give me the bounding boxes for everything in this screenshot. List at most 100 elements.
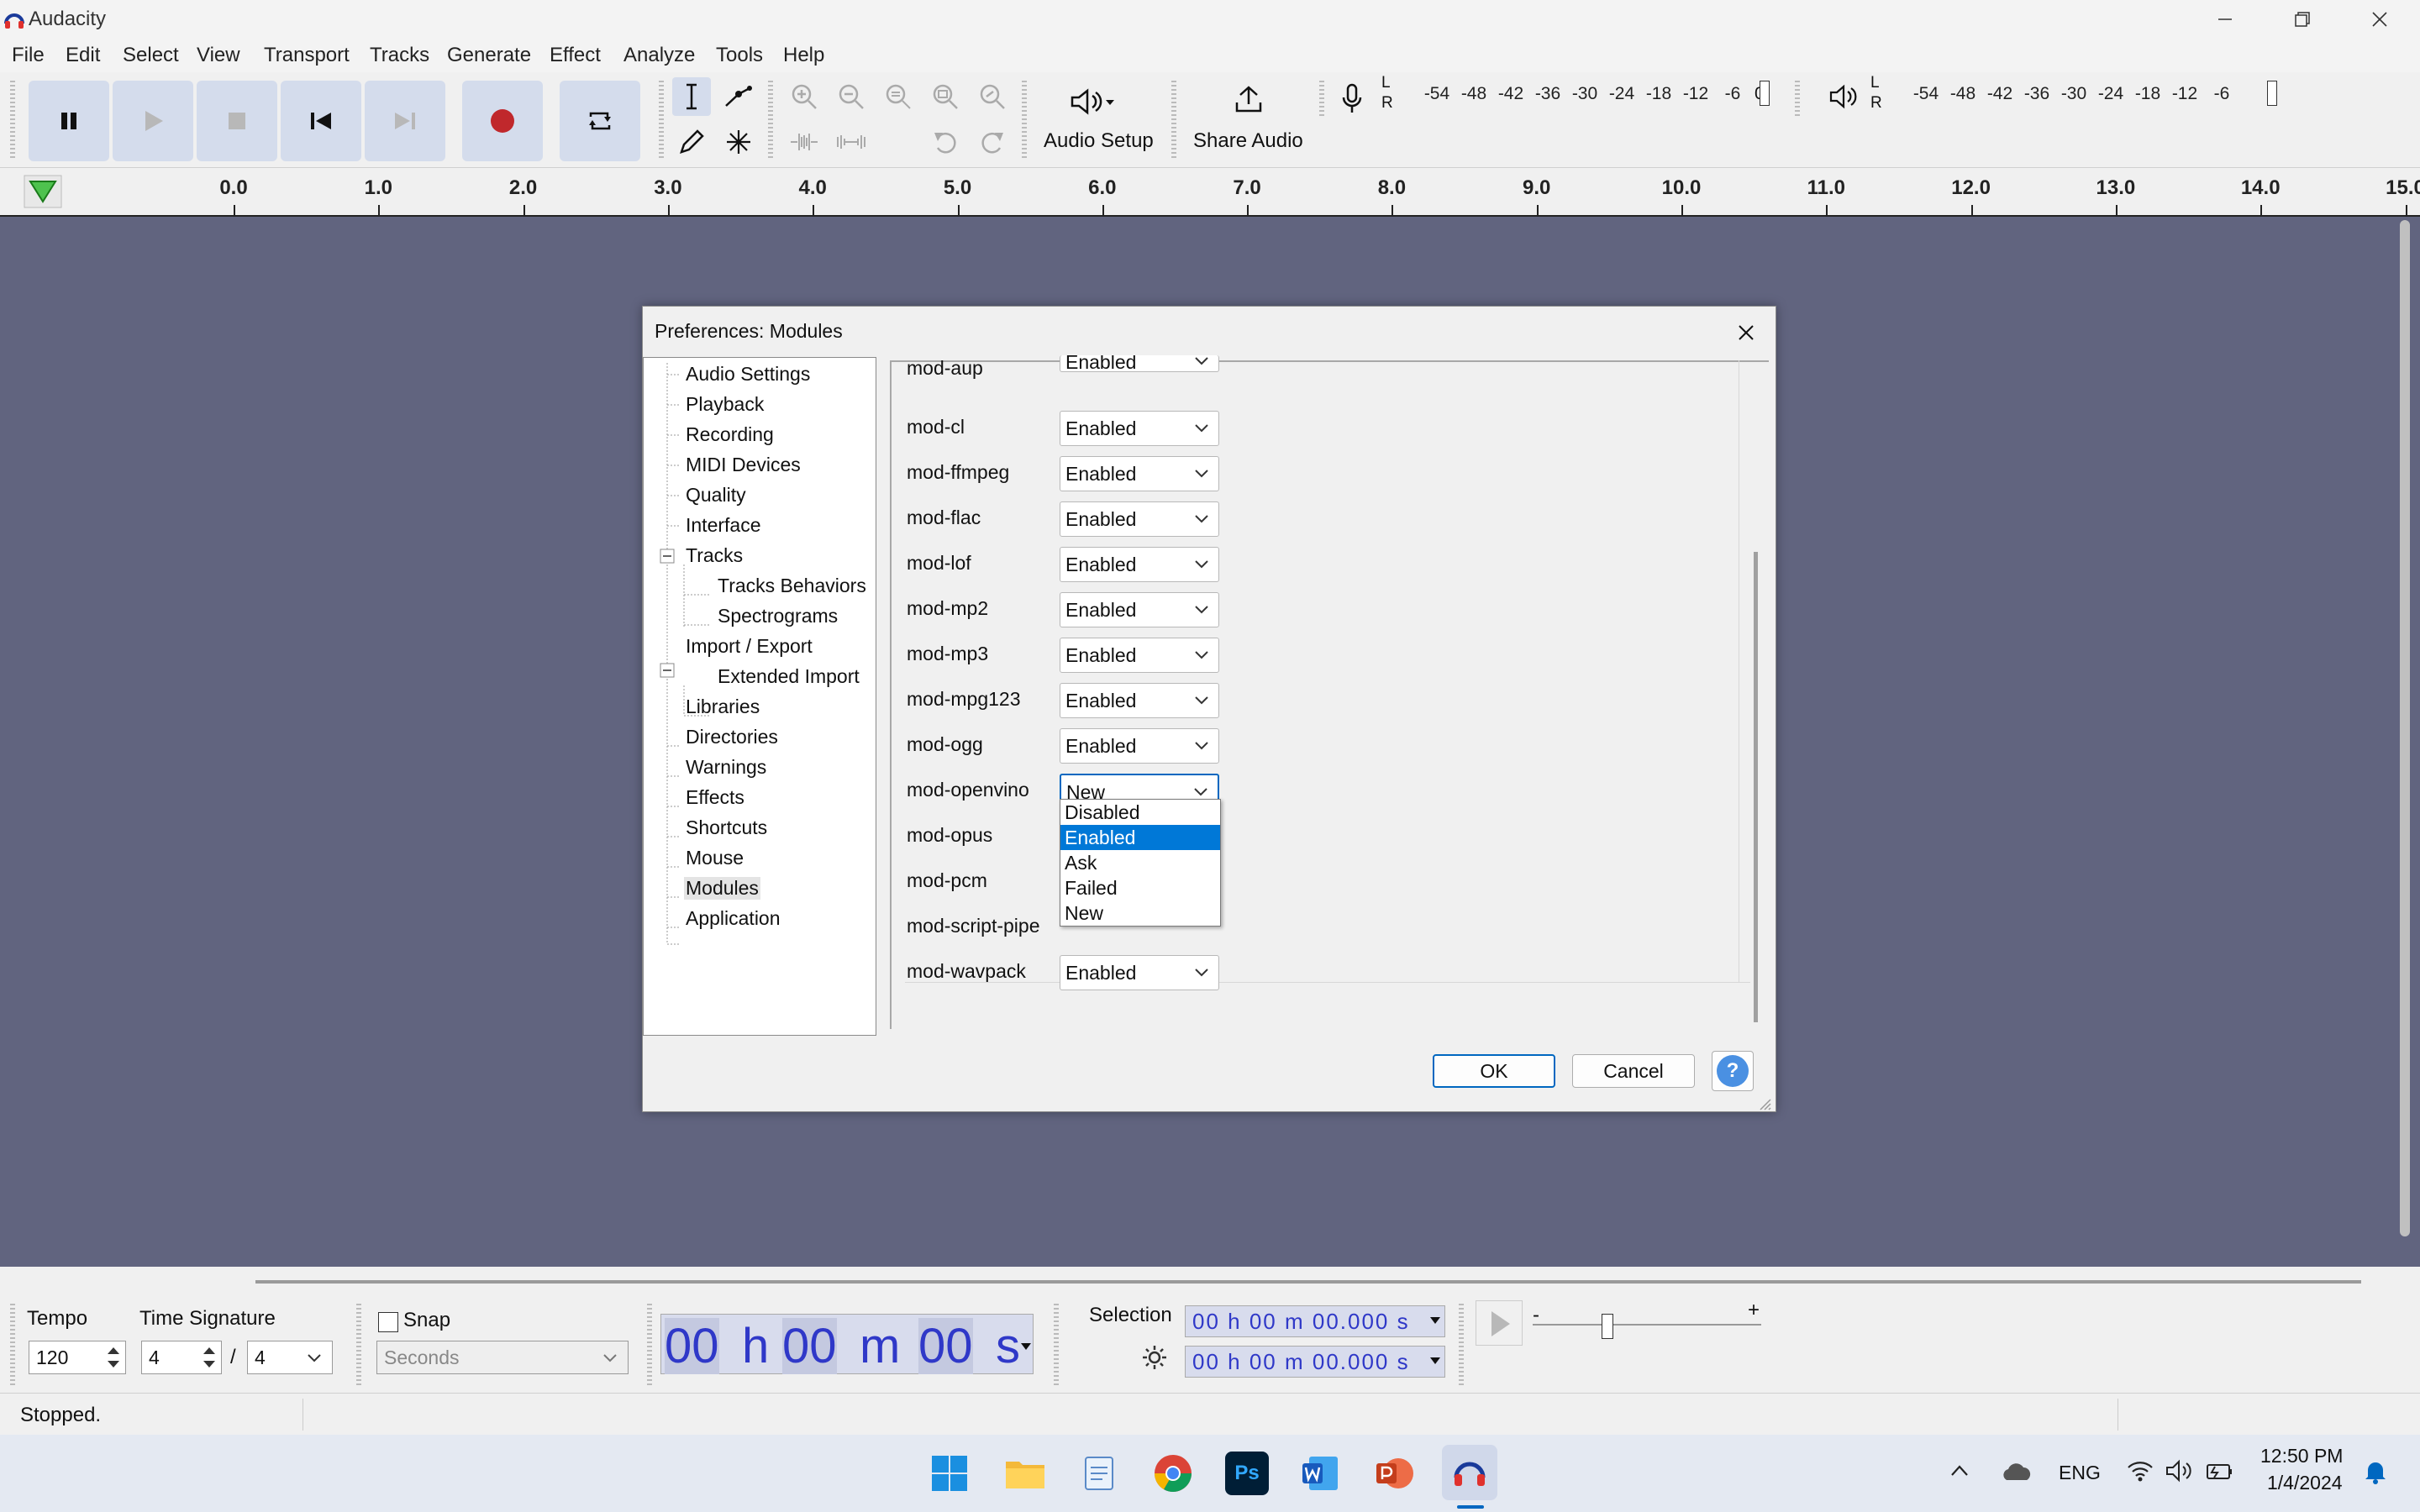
share-audio-button[interactable]: Share Audio — [1185, 81, 1311, 160]
clock-date[interactable]: 1/4/2024 — [2267, 1472, 2343, 1494]
option-disabled[interactable]: Disabled — [1060, 800, 1220, 825]
word-icon[interactable] — [1299, 1452, 1343, 1495]
time-format-chevron-icon[interactable] — [1021, 1343, 1031, 1352]
notification-bell-icon[interactable] — [2363, 1458, 2388, 1485]
module-status-select-mod-aup[interactable]: Enabled — [1060, 355, 1219, 372]
menu-edit[interactable]: Edit — [66, 44, 100, 67]
tree-libraries[interactable]: Libraries — [686, 696, 760, 718]
ts-spinner-icon[interactable] — [198, 1342, 220, 1373]
zoom-toggle-button[interactable] — [973, 77, 1012, 116]
audacity-taskbar-icon[interactable] — [1442, 1445, 1497, 1500]
tree-recording[interactable]: Recording — [686, 423, 774, 446]
file-explorer-icon[interactable] — [1003, 1452, 1047, 1495]
snap-unit-select[interactable]: Seconds — [376, 1341, 629, 1374]
tree-import-export[interactable]: Import / Export — [686, 635, 813, 658]
minimize-button[interactable] — [2186, 0, 2264, 39]
menu-tools[interactable]: Tools — [716, 44, 763, 67]
tree-spectrograms[interactable]: Spectrograms — [718, 605, 838, 627]
snap-grip[interactable] — [356, 1304, 361, 1388]
tree-mouse[interactable]: Mouse — [686, 847, 744, 869]
show-hidden-icons-chevron-icon[interactable] — [1948, 1460, 1971, 1483]
redo-button[interactable] — [973, 123, 1012, 161]
envelope-tool-button[interactable] — [719, 77, 758, 116]
record-meter-slider[interactable] — [1760, 81, 1770, 106]
zoom-in-button[interactable] — [785, 77, 823, 116]
tree-shortcuts[interactable]: Shortcuts — [686, 816, 767, 839]
ok-button[interactable]: OK — [1433, 1054, 1555, 1088]
powerpoint-icon[interactable] — [1373, 1452, 1417, 1495]
module-status-select-mod-cl[interactable]: Enabled — [1060, 411, 1219, 446]
zoom-out-button[interactable] — [832, 77, 871, 116]
toolbar-grip[interactable] — [10, 81, 15, 160]
tree-audio-settings[interactable]: Audio Settings — [686, 363, 810, 386]
tree-tracks-behaviors[interactable]: Tracks Behaviors — [718, 575, 866, 597]
module-status-select-mod-mp2[interactable]: Enabled — [1060, 592, 1219, 627]
play-meter-slider[interactable] — [2267, 81, 2277, 106]
timeline-ruler[interactable]: 0.0 1.0 2.0 3.0 4.0 5.0 6.0 7.0 8.0 9.0 10.0 11.0 12… — [0, 168, 2420, 217]
tree-extended-import[interactable]: Extended Import — [718, 665, 860, 688]
restore-button[interactable] — [2264, 0, 2341, 39]
time-signature-grip[interactable] — [10, 1304, 15, 1388]
module-status-select-mod-flac[interactable]: Enabled — [1060, 501, 1219, 537]
windows-start-icon[interactable] — [928, 1452, 971, 1495]
close-window-button[interactable] — [2341, 0, 2418, 39]
horizontal-scrollbar[interactable] — [255, 1280, 2361, 1284]
menu-effect[interactable]: Effect — [550, 44, 601, 67]
option-ask[interactable]: Ask — [1060, 850, 1220, 875]
tree-directories[interactable]: Directories — [686, 726, 778, 748]
wifi-icon[interactable] — [2126, 1458, 2154, 1483]
microphone-icon[interactable] — [1339, 82, 1365, 116]
tempo-spinner-icon[interactable] — [103, 1342, 124, 1373]
selection-start-chevron-icon[interactable] — [1430, 1317, 1440, 1326]
track-vertical-scrollbar[interactable] — [2400, 220, 2410, 1236]
undo-button[interactable] — [926, 123, 965, 161]
loop-button[interactable] — [560, 81, 640, 161]
module-status-select-mod-ffmpeg[interactable]: Enabled — [1060, 456, 1219, 491]
tree-midi-devices[interactable]: MIDI Devices — [686, 454, 801, 476]
module-status-dropdown[interactable]: Disabled Enabled Ask Failed New — [1060, 799, 1221, 927]
tree-tracks[interactable]: Tracks — [686, 544, 743, 567]
menu-help[interactable]: Help — [783, 44, 824, 67]
silence-audio-button[interactable] — [832, 123, 871, 161]
selection-end-time[interactable]: 00 h 00 m 00.000 s — [1185, 1346, 1445, 1378]
time-display[interactable]: 00 h 00 m 00 s — [660, 1314, 1034, 1374]
menu-generate[interactable]: Generate — [447, 44, 531, 67]
volume-icon[interactable] — [2165, 1458, 2193, 1483]
battery-network-icon[interactable] — [2205, 1458, 2235, 1483]
speed-slider-thumb[interactable] — [1602, 1314, 1613, 1339]
stop-button[interactable] — [197, 81, 277, 161]
tools-grip[interactable] — [659, 81, 664, 160]
share-grip[interactable] — [1171, 81, 1176, 160]
tree-warnings[interactable]: Warnings — [686, 756, 766, 779]
play-button[interactable] — [113, 81, 193, 161]
edit-grip[interactable] — [768, 81, 773, 160]
trim-audio-button[interactable] — [785, 123, 823, 161]
menu-transport[interactable]: Transport — [264, 44, 350, 67]
module-status-select-mod-wavpack[interactable]: Enabled — [1060, 955, 1219, 990]
fit-project-button[interactable] — [926, 77, 965, 116]
skip-to-start-button[interactable] — [281, 81, 361, 161]
timeline-options-button[interactable] — [24, 175, 62, 208]
tree-interface[interactable]: Interface — [686, 514, 761, 537]
record-button[interactable] — [462, 81, 543, 161]
audio-setup-button[interactable]: Audio Setup — [1035, 81, 1156, 160]
menu-view[interactable]: View — [197, 44, 240, 67]
tree-quality[interactable]: Quality — [686, 484, 746, 507]
modules-scrollbar[interactable] — [1754, 552, 1758, 1022]
resize-grip-icon[interactable] — [1757, 1096, 1772, 1111]
pause-button[interactable] — [29, 81, 109, 161]
dialog-close-button[interactable] — [1727, 313, 1765, 352]
selection-end-chevron-icon[interactable] — [1430, 1357, 1440, 1366]
option-failed[interactable]: Failed — [1060, 875, 1220, 900]
playback-speaker-icon[interactable] — [1828, 84, 1860, 109]
tree-playback[interactable]: Playback — [686, 393, 764, 416]
clock-time[interactable]: 12:50 PM — [2260, 1445, 2343, 1467]
help-button[interactable]: ? — [1712, 1051, 1754, 1091]
selection-settings-gear-icon[interactable] — [1141, 1344, 1168, 1371]
fit-selection-button[interactable] — [879, 77, 918, 116]
tree-modules[interactable]: Modules — [684, 877, 760, 900]
play-at-speed-grip[interactable] — [1459, 1304, 1464, 1388]
onedrive-cloud-icon[interactable] — [2000, 1460, 2033, 1483]
menu-select[interactable]: Select — [123, 44, 179, 67]
menu-tracks[interactable]: Tracks — [370, 44, 429, 67]
